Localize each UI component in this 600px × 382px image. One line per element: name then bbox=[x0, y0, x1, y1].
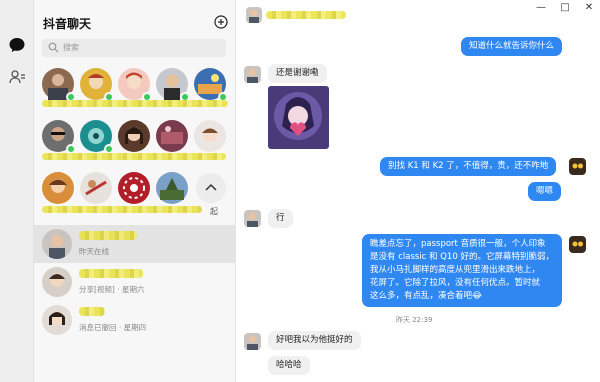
conversation-status: 分享[视频] · 星期六 bbox=[79, 285, 145, 294]
close-button[interactable]: ✕ bbox=[584, 2, 594, 13]
redacted-name bbox=[79, 231, 137, 240]
message-bubble-incoming: 还是谢谢嘞 bbox=[268, 64, 327, 83]
conversation-item[interactable]: 昨天在线 bbox=[34, 225, 236, 263]
message-bubble-incoming: 行 bbox=[268, 209, 293, 228]
search-icon bbox=[48, 42, 59, 53]
conversation-item[interactable]: 分享[视频] · 星期六 bbox=[34, 263, 236, 301]
friend-avatar[interactable] bbox=[156, 120, 188, 152]
friend-avatar[interactable] bbox=[80, 120, 114, 154]
search-placeholder: 搜索 bbox=[63, 43, 79, 52]
sidebar-title: 抖音聊天 bbox=[43, 17, 92, 31]
self-avatar[interactable] bbox=[569, 158, 586, 175]
message-bubble-incoming: 哈哈哈 bbox=[268, 356, 310, 375]
message-bubble-outgoing: 嗯嗯 bbox=[528, 182, 562, 201]
friend-avatar[interactable] bbox=[194, 68, 228, 102]
nav-rail bbox=[0, 0, 34, 382]
avatar bbox=[42, 172, 74, 204]
avatar bbox=[42, 229, 72, 259]
friend-avatar[interactable] bbox=[118, 68, 152, 102]
conversation-item[interactable]: 消息已撤回 · 星期四 bbox=[34, 301, 236, 339]
chat-icon[interactable] bbox=[8, 36, 26, 54]
message-line: 我从小马扎脚样的高度从兜里滑出来跌地上， bbox=[370, 265, 541, 275]
avatar bbox=[42, 267, 72, 297]
window-controls: — □ ✕ bbox=[536, 2, 594, 13]
friend-avatar[interactable] bbox=[42, 172, 74, 204]
friend-avatar[interactable] bbox=[156, 172, 188, 204]
friend-avatar[interactable] bbox=[194, 120, 226, 152]
avatar bbox=[156, 120, 188, 152]
contact-avatar[interactable] bbox=[244, 66, 261, 83]
friend-avatar[interactable] bbox=[156, 68, 190, 102]
friend-avatar[interactable] bbox=[42, 68, 76, 102]
chevron-up-icon bbox=[205, 183, 217, 191]
message-line: 花屏了。它除了拉风，没有任何优点。暂时就 bbox=[370, 278, 541, 288]
contacts-icon[interactable] bbox=[8, 68, 26, 86]
redacted-name bbox=[79, 269, 143, 278]
contact-avatar[interactable] bbox=[244, 210, 261, 227]
avatar bbox=[42, 305, 72, 335]
redacted-names bbox=[42, 153, 226, 160]
message-bubble-outgoing: 知道什么就告诉你什么 bbox=[461, 37, 563, 56]
chat-panel: — □ ✕ 知道什么就告诉你什么 还是谢谢嘞 别找 K1 和 K2 了，不值得，… bbox=[236, 0, 600, 382]
maximize-button[interactable]: □ bbox=[560, 2, 570, 13]
contact-avatar[interactable] bbox=[244, 333, 261, 350]
message-bubble-outgoing: 瞧差点忘了，passport 音质很一般，个人印象 是没有 classic 和 … bbox=[362, 234, 562, 307]
add-icon[interactable] bbox=[214, 15, 228, 29]
redacted-name bbox=[79, 307, 105, 316]
redacted-names bbox=[42, 206, 202, 213]
message-line: 瞧差点忘了，passport 音质很一般，个人印象 bbox=[370, 239, 546, 249]
friend-avatar[interactable] bbox=[80, 172, 112, 204]
message-timestamp: 昨天 22:39 bbox=[396, 316, 433, 324]
minimize-button[interactable]: — bbox=[536, 2, 546, 13]
message-line: 是没有 classic 和 Q10 好的。它屏幕特别脆弱， bbox=[370, 252, 554, 262]
friend-avatar[interactable] bbox=[118, 120, 150, 152]
conversation-status: 昨天在线 bbox=[79, 247, 109, 256]
collapse-label: 起 bbox=[210, 207, 218, 216]
avatar bbox=[118, 172, 150, 204]
avatar bbox=[156, 172, 188, 204]
message-bubble-incoming: 好吧我以为他挺好的 bbox=[268, 331, 361, 350]
avatar bbox=[194, 120, 226, 152]
search-input[interactable]: 搜索 bbox=[42, 39, 226, 57]
friend-avatar[interactable] bbox=[42, 120, 76, 154]
self-avatar[interactable] bbox=[569, 236, 586, 253]
contact-avatar[interactable] bbox=[246, 7, 262, 23]
collapse-button[interactable] bbox=[196, 173, 226, 203]
friend-avatar[interactable] bbox=[118, 172, 150, 204]
avatar bbox=[118, 120, 150, 152]
conversation-sidebar: 抖音聊天 搜索 起 昨天在线 分享[视频] · 星期六 消息已撤回 · 星期四 bbox=[34, 0, 236, 382]
contact-name bbox=[266, 11, 346, 19]
avatar bbox=[80, 172, 112, 204]
conversation-status: 消息已撤回 · 星期四 bbox=[79, 323, 147, 332]
sticker-image[interactable] bbox=[268, 86, 329, 149]
friend-avatar[interactable] bbox=[80, 68, 114, 102]
message-line: 这么多，有点乱，凑合着吧😂 bbox=[370, 291, 482, 301]
redacted-names bbox=[42, 100, 228, 107]
message-bubble-outgoing: 别找 K1 和 K2 了，不值得，贵，还不咋地 bbox=[380, 157, 557, 176]
